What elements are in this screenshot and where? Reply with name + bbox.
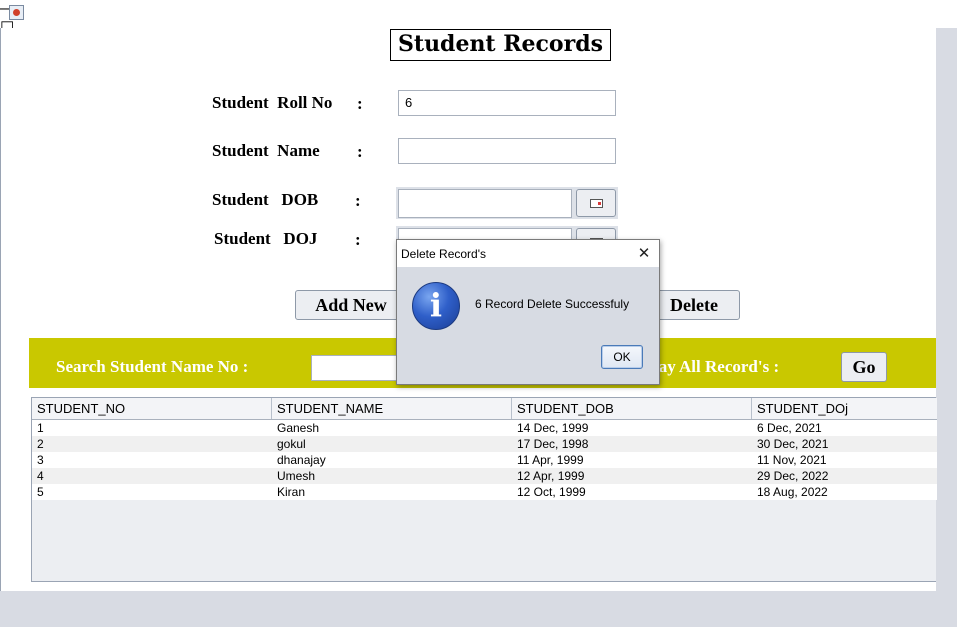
dob-input[interactable] [398,189,572,218]
dob-colon: : [355,191,361,210]
table-row[interactable]: 3 dhanajay 11 Apr, 1999 11 Nov, 2021 [32,452,937,468]
table-row[interactable]: 5 Kiran 12 Oct, 1999 18 Aug, 2022 [32,484,937,500]
calendar-icon [590,199,603,208]
cell-student-no: 4 [37,469,44,483]
table-row[interactable]: 4 Umesh 12 Apr, 1999 29 Dec, 2022 [32,468,937,484]
cell-student-doj: 29 Dec, 2022 [757,469,829,483]
ok-button[interactable]: OK [601,345,643,369]
cell-student-name: Kiran [277,485,306,499]
cell-student-dob: 17 Dec, 1998 [517,437,589,451]
table-row[interactable]: 1 Ganesh 14 Dec, 1999 6 Dec, 2021 [32,420,937,436]
window-titlebar: — ☐ ✕ [0,0,957,56]
name-colon: : [357,142,363,161]
table-row[interactable]: 2 gokul 17 Dec, 1998 30 Dec, 2021 [32,436,937,452]
dialog-close-button[interactable]: ✕ [633,243,655,263]
cell-student-name: Ganesh [277,421,320,435]
cell-student-no: 1 [37,421,44,435]
display-all-label: lay All Record's : [654,357,780,376]
dialog-body: 6 Record Delete Successfuly OK [397,267,659,384]
roll-no-colon: : [357,94,363,113]
doj-label: Student DOJ [214,229,318,248]
cell-student-doj: 30 Dec, 2021 [757,437,829,451]
cell-student-dob: 12 Apr, 1999 [517,469,585,483]
delete-success-dialog: Delete Record's ✕ 6 Record Delete Succes… [396,239,660,385]
column-header-student-dob[interactable]: STUDENT_DOB [512,398,752,419]
cell-student-no: 5 [37,485,44,499]
cell-student-dob: 14 Dec, 1999 [517,421,589,435]
dob-label: Student DOB [212,190,319,209]
cell-student-name: Umesh [277,469,316,483]
cell-student-doj: 18 Aug, 2022 [757,485,828,499]
add-new-button[interactable]: Add New [295,290,407,320]
dialog-title: Delete Record's [401,247,486,261]
name-label: Student Name [212,141,320,160]
name-input[interactable] [398,138,616,164]
window-bottom-border [0,591,957,627]
cell-student-name: dhanajay [277,453,326,467]
window-left-edge [0,28,1,591]
column-header-student-doj[interactable]: STUDENT_DOj [752,398,937,419]
dialog-message: 6 Record Delete Successfuly [475,297,630,311]
table-header: STUDENT_NO STUDENT_NAME STUDENT_DOB STUD… [32,398,937,420]
window-right-border [936,28,957,591]
cell-student-no: 2 [37,437,44,451]
column-header-student-name[interactable]: STUDENT_NAME [272,398,512,419]
column-header-student-no[interactable]: STUDENT_NO [32,398,272,419]
roll-no-input[interactable]: 6 [398,90,616,116]
cell-student-doj: 11 Nov, 2021 [757,453,827,467]
search-name-label: Search Student Name No : [56,357,249,376]
page-title: Student Records [390,29,611,61]
java-app-icon [9,5,24,20]
student-table: STUDENT_NO STUDENT_NAME STUDENT_DOB STUD… [31,397,937,582]
go-button[interactable]: Go [841,352,887,382]
cell-student-name: gokul [277,437,306,451]
minimize-button[interactable]: — [0,0,957,18]
cell-student-doj: 6 Dec, 2021 [757,421,822,435]
cell-student-dob: 12 Oct, 1999 [517,485,586,499]
roll-no-label: Student Roll No [212,93,333,112]
cell-student-dob: 11 Apr, 1999 [517,453,584,467]
dob-calendar-button[interactable] [576,189,616,217]
table-body: 1 Ganesh 14 Dec, 1999 6 Dec, 2021 2 goku… [32,420,937,500]
dialog-titlebar: Delete Record's ✕ [397,240,659,267]
doj-colon: : [355,230,361,249]
info-icon [412,282,460,330]
cell-student-no: 3 [37,453,44,467]
